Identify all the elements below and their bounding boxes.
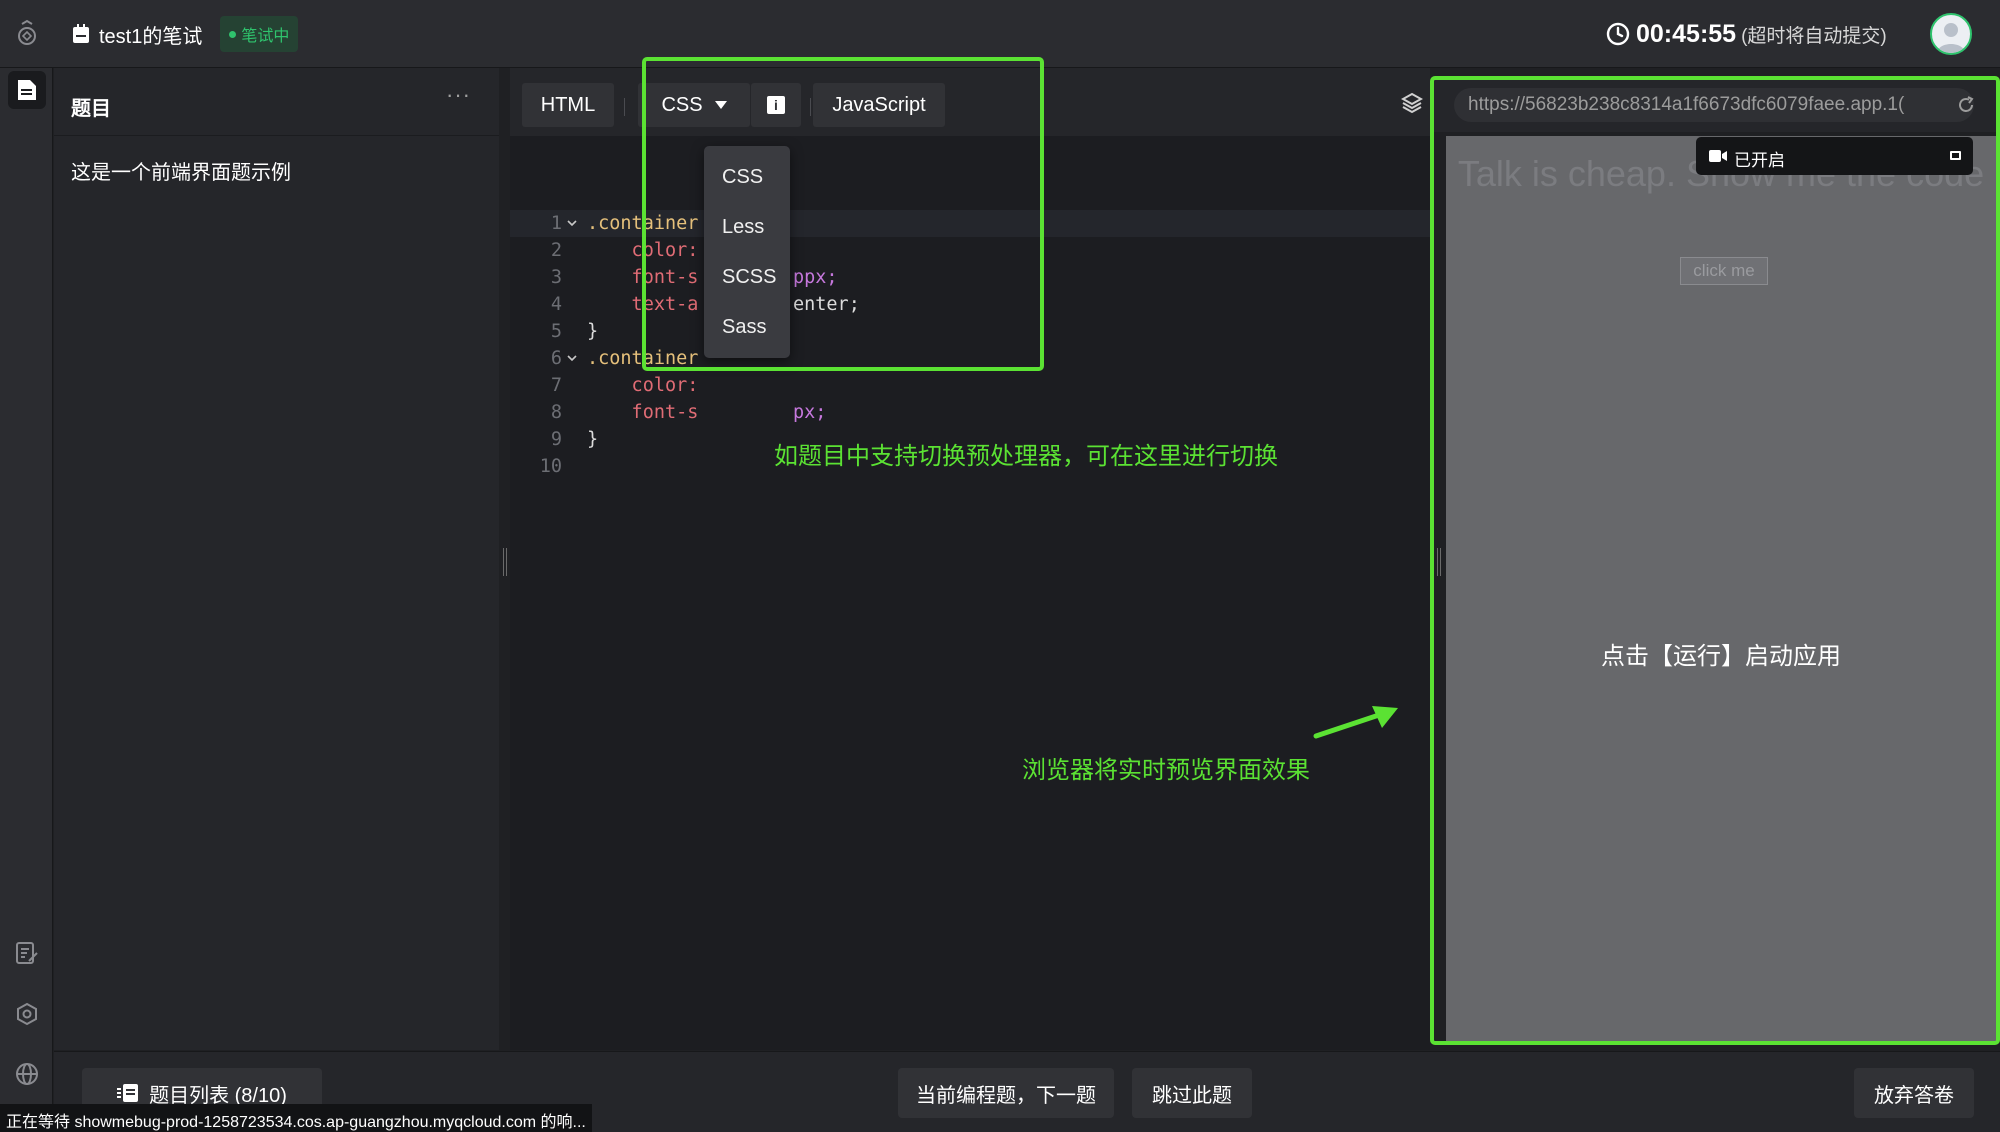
line-number: 7 bbox=[550, 375, 562, 396]
timer-value: 00:45:55 bbox=[1636, 19, 1737, 48]
question-panel-header: 题目 ··· bbox=[54, 68, 499, 136]
preview-annotation: 浏览器将实时预览界面效果 bbox=[1022, 757, 1310, 784]
layers-icon[interactable] bbox=[1401, 92, 1423, 114]
arrow-icon bbox=[1313, 706, 1398, 739]
rail-notes-button[interactable] bbox=[8, 934, 46, 972]
code-line: 7 color: bbox=[510, 372, 1430, 399]
question-panel-title: 题目 bbox=[71, 98, 111, 120]
avatar[interactable] bbox=[1930, 13, 1972, 55]
skip-question-button[interactable]: 跳过此题 bbox=[1132, 1068, 1252, 1118]
question-description: 这是一个前端界面题示例 bbox=[71, 162, 291, 184]
code-text-tail: px; bbox=[793, 402, 827, 423]
document-icon bbox=[73, 24, 89, 43]
preview-highlight-box bbox=[1430, 76, 2000, 1045]
preprocessor-highlight-box bbox=[642, 57, 1044, 371]
line-number: 6 bbox=[550, 348, 562, 369]
minimize-icon[interactable] bbox=[1950, 151, 1961, 160]
user-icon bbox=[1937, 23, 1965, 53]
tab-html-label: HTML bbox=[540, 93, 596, 116]
left-rail bbox=[0, 68, 53, 1110]
status-badge: 笔试中 bbox=[220, 16, 299, 52]
next-question-button[interactable]: 当前编程题，下一题 bbox=[898, 1068, 1114, 1118]
question-panel: 题目 ··· 这是一个前端界面题示例 bbox=[54, 68, 499, 1050]
globe-icon bbox=[16, 1063, 38, 1085]
clock-icon bbox=[1606, 22, 1630, 46]
rail-question-button[interactable] bbox=[8, 71, 46, 109]
line-number: 1 bbox=[550, 213, 562, 234]
code-text: } bbox=[587, 429, 599, 450]
rail-language-button[interactable] bbox=[8, 1055, 46, 1093]
line-number: 2 bbox=[550, 240, 562, 261]
preprocessor-annotation: 如题目中支持切换预处理器，可在这里进行切换 bbox=[774, 443, 1278, 470]
line-number: 3 bbox=[550, 267, 562, 288]
brand-icon[interactable] bbox=[14, 18, 40, 48]
code-line: 8 font-s px; bbox=[510, 399, 1430, 426]
timer-note: (超时将自动提交) bbox=[1741, 25, 1887, 47]
rail-settings-button[interactable] bbox=[8, 995, 46, 1033]
recording-label: 已开启 bbox=[1734, 151, 1785, 170]
left-splitter-handle[interactable] bbox=[503, 548, 507, 576]
more-options-button[interactable]: ··· bbox=[446, 82, 471, 108]
code-text: color: bbox=[587, 375, 699, 396]
browser-status-line: 正在等待 showmebug-prod-1258723534.cos.ap-gu… bbox=[0, 1104, 592, 1132]
tab-html[interactable]: HTML bbox=[522, 83, 614, 127]
document-icon bbox=[18, 80, 36, 100]
abandon-exam-button[interactable]: 放弃答卷 bbox=[1854, 1068, 1974, 1118]
line-number: 10 bbox=[539, 456, 562, 477]
code-text: font-s bbox=[587, 402, 699, 423]
countdown-timer: 00:45:55 (超时将自动提交) bbox=[1606, 17, 1887, 51]
status-badge-label: 笔试中 bbox=[241, 28, 290, 45]
tab-divider bbox=[624, 98, 625, 116]
status-dot bbox=[229, 30, 237, 38]
list-icon bbox=[117, 1084, 139, 1102]
line-number: 8 bbox=[550, 402, 562, 423]
line-number: 4 bbox=[550, 294, 562, 315]
line-number: 9 bbox=[550, 429, 562, 450]
exam-title: test1的笔试 bbox=[99, 25, 203, 48]
recording-indicator: 已开启 bbox=[1696, 137, 1973, 175]
notes-icon bbox=[16, 942, 38, 964]
camera-icon bbox=[1709, 150, 1727, 162]
line-number: 5 bbox=[550, 321, 562, 342]
app-window: test1的笔试 笔试中 00:45:55 (超时将自动提交) 题目 ··· 这… bbox=[0, 0, 2000, 1132]
exam-title-group: test1的笔试 笔试中 bbox=[72, 16, 299, 52]
code-text: } bbox=[587, 321, 599, 342]
fold-chevron-icon[interactable] bbox=[567, 218, 577, 228]
fold-chevron-icon[interactable] bbox=[567, 353, 577, 363]
settings-icon bbox=[17, 1002, 37, 1026]
